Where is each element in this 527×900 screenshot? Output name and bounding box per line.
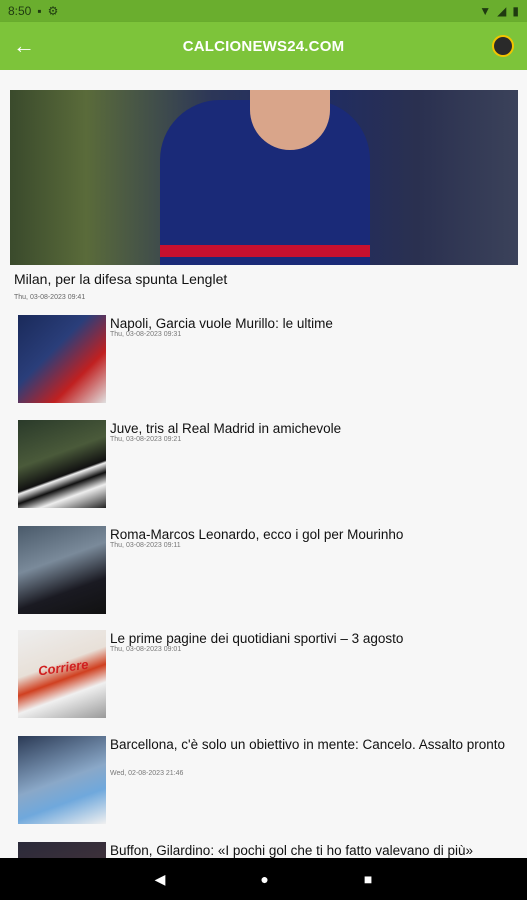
signal-icon: ◢ (497, 4, 507, 18)
article-title: Buffon, Gilardino: «I pochi gol che ti h… (110, 843, 473, 858)
clock: 8:50 (8, 4, 32, 18)
article-date: Thu, 03-08-2023 09:11 (110, 542, 181, 549)
featured-date: Thu, 03-08-2023 09:41 (14, 294, 86, 301)
article-thumbnail (18, 842, 106, 858)
list-item[interactable]: Barcellona, c'è solo un obiettivo in men… (18, 736, 518, 826)
list-item[interactable]: Juve, tris al Real Madrid in amichevole … (18, 420, 518, 510)
list-item[interactable]: Corriere Le prime pagine dei quotidiani … (18, 630, 518, 720)
article-date: Thu, 03-08-2023 09:01 (110, 646, 182, 653)
article-thumbnail: Corriere (18, 630, 106, 718)
article-title: Napoli, Garcia vuole Murillo: le ultime (110, 316, 333, 331)
nav-recents-icon[interactable]: ■ (364, 871, 372, 887)
article-title: Juve, tris al Real Madrid in amichevole (110, 421, 342, 436)
back-button[interactable]: ← (0, 22, 48, 70)
settings-icon: ⚙ (47, 4, 59, 18)
jersey-stripe (160, 245, 370, 257)
site-logo-button[interactable] (479, 22, 527, 70)
article-thumbnail (18, 420, 106, 508)
article-date: Thu, 03-08-2023 09:31 (110, 331, 182, 338)
site-logo-icon (492, 35, 514, 57)
app-bar: ← CALCIONEWS24.COM (0, 22, 527, 70)
news-feed[interactable]: Milan, per la difesa spunta Lenglet Thu,… (0, 70, 527, 858)
list-item[interactable]: Buffon, Gilardino: «I pochi gol che ti h… (18, 842, 518, 858)
arrow-left-icon: ← (13, 33, 35, 58)
article-date: Wed, 02-08-2023 21:46 (110, 770, 184, 777)
nav-home-icon[interactable]: ● (260, 871, 268, 887)
list-item[interactable]: Roma-Marcos Leonardo, ecco i gol per Mou… (18, 526, 518, 616)
article-title: Roma-Marcos Leonardo, ecco i gol per Mou… (110, 527, 404, 542)
status-bar: 8:50 ▪ ⚙ ▼ ◢ ▮ (0, 0, 527, 22)
app-title: CALCIONEWS24.COM (182, 37, 345, 55)
battery-icon: ▮ (512, 4, 519, 18)
article-title: Barcellona, c'è solo un obiettivo in men… (110, 737, 506, 752)
featured-title[interactable]: Milan, per la difesa spunta Lenglet (14, 271, 227, 287)
notification-icon: ▪ (37, 4, 42, 18)
article-date: Thu, 03-08-2023 09:21 (110, 436, 182, 443)
article-thumbnail (18, 736, 106, 824)
article-thumbnail (18, 315, 106, 403)
featured-image[interactable] (10, 90, 518, 265)
newspaper-masthead: Corriere (37, 656, 90, 679)
list-item[interactable]: Napoli, Garcia vuole Murillo: le ultime … (18, 315, 518, 405)
article-thumbnail (18, 526, 106, 614)
article-title: Le prime pagine dei quotidiani sportivi … (110, 631, 404, 646)
system-nav-bar: ◀ ● ■ (0, 858, 527, 900)
wifi-icon: ▼ (479, 4, 492, 18)
nav-back-icon[interactable]: ◀ (155, 871, 166, 888)
